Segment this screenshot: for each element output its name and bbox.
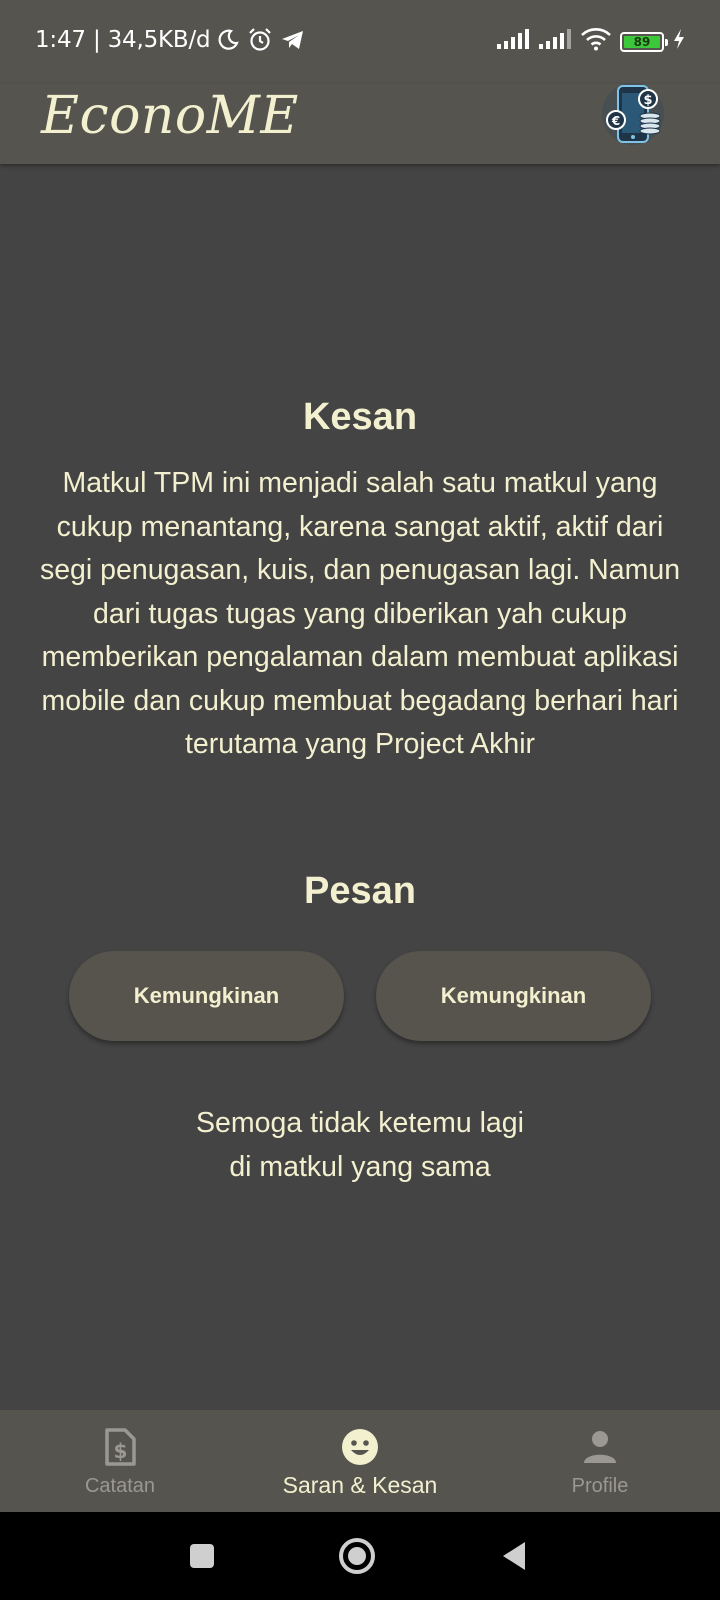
nav-label-profile: Profile [571,1475,629,1497]
home-button[interactable] [333,1532,381,1580]
kesan-heading: Kesan [302,396,418,438]
person-icon [582,1427,618,1467]
bottom-navigation: $ Catatan Saran & Kesan Profile [0,1410,720,1512]
back-button[interactable] [490,1532,538,1580]
receipt-dollar-icon: $ [104,1427,136,1467]
svg-text:$: $ [643,93,652,108]
moon-icon [216,28,240,52]
charging-icon [672,28,686,55]
status-bar: 1:47 | 34,5KB/d 89 [0,0,720,84]
app-bar: EconoME $ € [0,83,720,164]
kemungkinan-button-left[interactable]: Kemungkinan [69,951,344,1041]
status-left: 1:47 | 34,5KB/d [35,26,306,54]
status-time: 1:47 | 34,5KB/d [35,27,211,53]
money-phone-logo: $ € [598,78,668,150]
nav-label-saran-kesan: Saran & Kesan [282,1472,438,1498]
closing-message: Semoga tidak ketemu lagi di matkul yang … [0,1101,720,1189]
nav-item-profile[interactable]: Profile [480,1410,720,1512]
battery-icon: 89 [620,31,668,52]
closing-line-1: Semoga tidak ketemu lagi [196,1107,524,1139]
closing-line-2: di matkul yang sama [229,1151,491,1183]
alarm-icon [246,26,274,54]
signal-icon [538,28,572,55]
telegram-icon [280,28,306,52]
nav-item-catatan[interactable]: $ Catatan [0,1410,240,1512]
nav-item-saran-kesan[interactable]: Saran & Kesan [240,1410,480,1512]
status-right: 89 [496,27,686,56]
app-title: EconoME [41,86,299,146]
kemungkinan-button-right[interactable]: Kemungkinan [376,951,651,1041]
smiley-icon [341,1427,379,1467]
svg-text:$: $ [114,1439,128,1463]
recents-button[interactable] [178,1532,226,1580]
svg-text:€: € [611,114,620,128]
battery-level: 89 [624,35,660,49]
nav-label-catatan: Catatan [84,1475,156,1497]
pesan-buttons: Kemungkinan Kemungkinan [69,951,651,1041]
wifi-icon [580,27,612,56]
signal-icon [496,28,530,55]
pesan-heading: Pesan [304,870,416,912]
kesan-text: Matkul TPM ini menjadi salah satu matkul… [39,467,681,760]
system-navigation-bar [0,1512,720,1600]
main-content: Kesan Matkul TPM ini menjadi salah satu … [0,164,720,1410]
